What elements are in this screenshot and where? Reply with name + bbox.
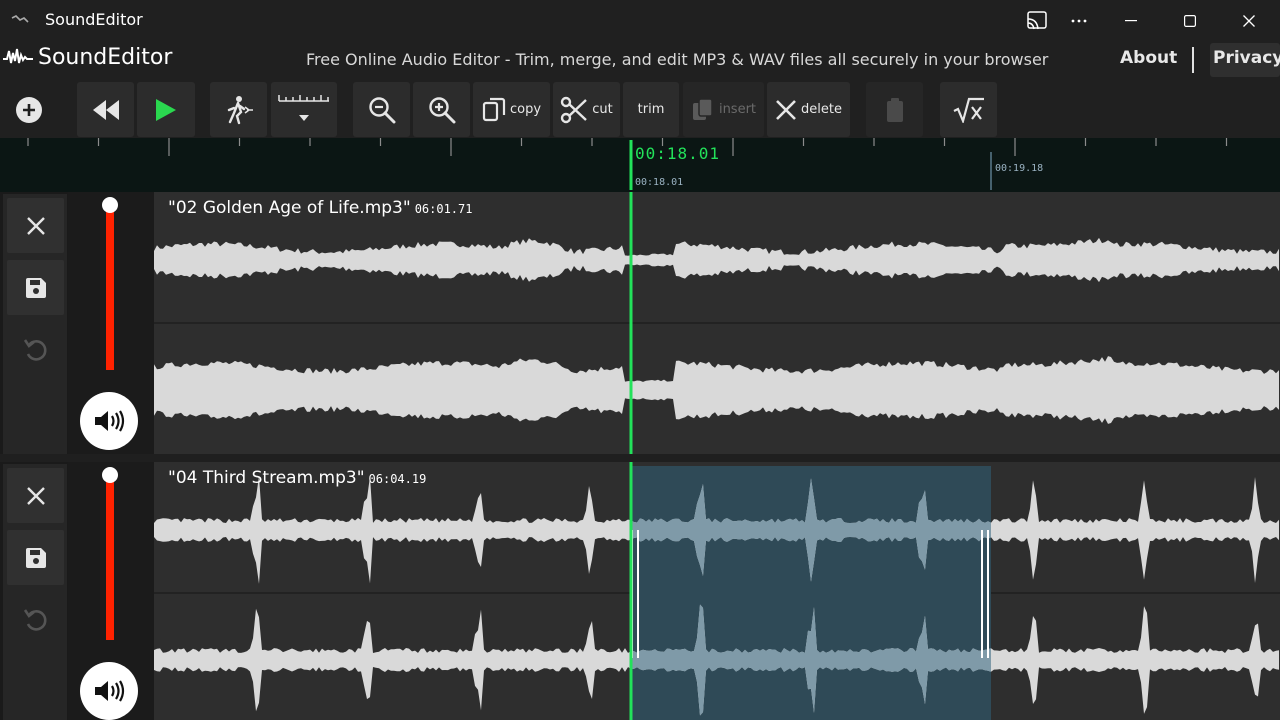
maximize-icon bbox=[1184, 15, 1196, 27]
track-2: "04 Third Stream.mp3" 06:04.19 bbox=[0, 462, 1280, 720]
volume-control bbox=[68, 462, 154, 720]
track-title: "04 Third Stream.mp3" 06:04.19 bbox=[168, 468, 426, 488]
save-track-button[interactable] bbox=[7, 530, 64, 585]
track-duration: 06:04.19 bbox=[368, 472, 427, 486]
save-icon bbox=[25, 547, 46, 568]
waveform-logo-icon bbox=[3, 48, 33, 64]
more-options-button[interactable] bbox=[1050, 0, 1108, 42]
remove-track-button[interactable] bbox=[7, 468, 64, 523]
insert-label: insert bbox=[718, 102, 757, 117]
play-icon bbox=[156, 98, 176, 121]
track-name: "02 Golden Age of Life.mp3" bbox=[168, 198, 411, 218]
trim-button[interactable]: trim bbox=[623, 82, 679, 137]
running-person-icon bbox=[227, 95, 253, 124]
mute-button[interactable] bbox=[80, 392, 138, 450]
undo-button[interactable] bbox=[7, 592, 64, 647]
privacy-label: Privacy bbox=[1213, 48, 1280, 68]
waveform-channel bbox=[154, 237, 1279, 283]
close-window-button[interactable] bbox=[1220, 0, 1278, 42]
cast-icon bbox=[1027, 11, 1047, 30]
waveform-area[interactable]: "02 Golden Age of Life.mp3" 06:01.71 bbox=[154, 192, 1280, 454]
track-name: "04 Third Stream.mp3" bbox=[168, 468, 365, 488]
maximize-button[interactable] bbox=[1161, 0, 1219, 42]
paste-icon bbox=[692, 97, 713, 120]
waveform-channel bbox=[154, 356, 1279, 424]
trim-label: trim bbox=[637, 102, 665, 117]
waveform bbox=[154, 192, 1280, 454]
copy-label: copy bbox=[509, 102, 542, 117]
window-title-bar: SoundEditor bbox=[0, 0, 1280, 42]
x-icon bbox=[776, 99, 796, 120]
save-icon bbox=[25, 277, 46, 298]
clipboard-icon bbox=[886, 97, 903, 122]
zoom-out-button[interactable] bbox=[353, 82, 410, 137]
ruler-icon bbox=[278, 94, 329, 121]
brand-name: SoundEditor bbox=[38, 45, 173, 70]
volume-slider-track[interactable] bbox=[106, 474, 114, 640]
ellipsis-icon bbox=[1071, 19, 1087, 23]
zoom-in-button[interactable] bbox=[413, 82, 470, 137]
app-icon bbox=[11, 15, 29, 23]
rewind-icon bbox=[92, 99, 119, 120]
track-1: "02 Golden Age of Life.mp3" 06:01.71 bbox=[0, 192, 1280, 454]
rewind-button[interactable] bbox=[77, 82, 134, 137]
delete-label: delete bbox=[801, 102, 842, 117]
window-title: SoundEditor bbox=[45, 10, 143, 29]
cut-button[interactable]: cut bbox=[553, 82, 620, 137]
tagline: Free Online Audio Editor - Trim, merge, … bbox=[306, 50, 1049, 69]
save-track-button[interactable] bbox=[7, 260, 64, 315]
track-duration: 06:01.71 bbox=[414, 202, 473, 216]
delete-button[interactable]: delete bbox=[767, 82, 850, 137]
undo-button[interactable] bbox=[7, 322, 64, 377]
close-icon bbox=[26, 486, 45, 505]
track-controls bbox=[3, 464, 67, 720]
cursor-time-readout: 00:18.01 bbox=[635, 144, 721, 163]
clipboard-button[interactable] bbox=[866, 82, 923, 137]
chevron-down-icon bbox=[299, 114, 309, 121]
zoom-in-icon bbox=[428, 96, 455, 123]
zoom-out-icon bbox=[368, 96, 395, 123]
play-button[interactable] bbox=[137, 82, 195, 137]
add-icon bbox=[16, 96, 42, 123]
effects-button[interactable] bbox=[940, 82, 997, 137]
undo-icon bbox=[23, 608, 47, 631]
insert-button[interactable]: insert bbox=[683, 82, 764, 137]
waveform bbox=[154, 462, 1280, 720]
close-icon bbox=[26, 216, 45, 235]
speaker-icon bbox=[95, 410, 125, 432]
go-to-cursor-button[interactable] bbox=[210, 82, 267, 137]
cursor-time-label: 00:18.01 bbox=[635, 177, 684, 188]
minimize-icon bbox=[1125, 20, 1137, 22]
ruler-dropdown-button[interactable] bbox=[271, 82, 337, 137]
about-link[interactable]: About bbox=[1120, 48, 1177, 68]
track-controls bbox=[3, 194, 67, 454]
waveform-area[interactable]: "04 Third Stream.mp3" 06:04.19 bbox=[154, 462, 1280, 720]
square-root-x-icon bbox=[953, 97, 984, 123]
header-divider bbox=[1192, 47, 1194, 73]
toolbar: copy cut trim insert delete bbox=[0, 80, 1280, 138]
scissors-icon bbox=[561, 96, 588, 123]
volume-slider-handle[interactable] bbox=[102, 197, 118, 213]
volume-control bbox=[68, 192, 154, 454]
volume-slider-track[interactable] bbox=[106, 204, 114, 370]
speaker-icon bbox=[95, 680, 125, 702]
volume-slider-handle[interactable] bbox=[102, 467, 118, 483]
mute-button[interactable] bbox=[80, 662, 138, 720]
undo-icon bbox=[23, 338, 47, 361]
selection-end-time-label: 00:19.18 bbox=[995, 163, 1044, 174]
app-header: SoundEditor Free Online Audio Editor - T… bbox=[0, 42, 1280, 80]
copy-button[interactable]: copy bbox=[473, 82, 550, 137]
close-icon bbox=[1243, 15, 1255, 27]
minimize-button[interactable] bbox=[1102, 0, 1160, 42]
timeline-ruler[interactable]: 00:18.01 00:18.01 00:19.18 bbox=[0, 138, 1280, 192]
remove-track-button[interactable] bbox=[7, 198, 64, 253]
copy-icon bbox=[482, 97, 506, 121]
track-title: "02 Golden Age of Life.mp3" 06:01.71 bbox=[168, 198, 472, 218]
privacy-link[interactable]: Privacy bbox=[1210, 43, 1280, 77]
add-file-button[interactable] bbox=[2, 82, 56, 137]
cut-label: cut bbox=[592, 102, 613, 117]
